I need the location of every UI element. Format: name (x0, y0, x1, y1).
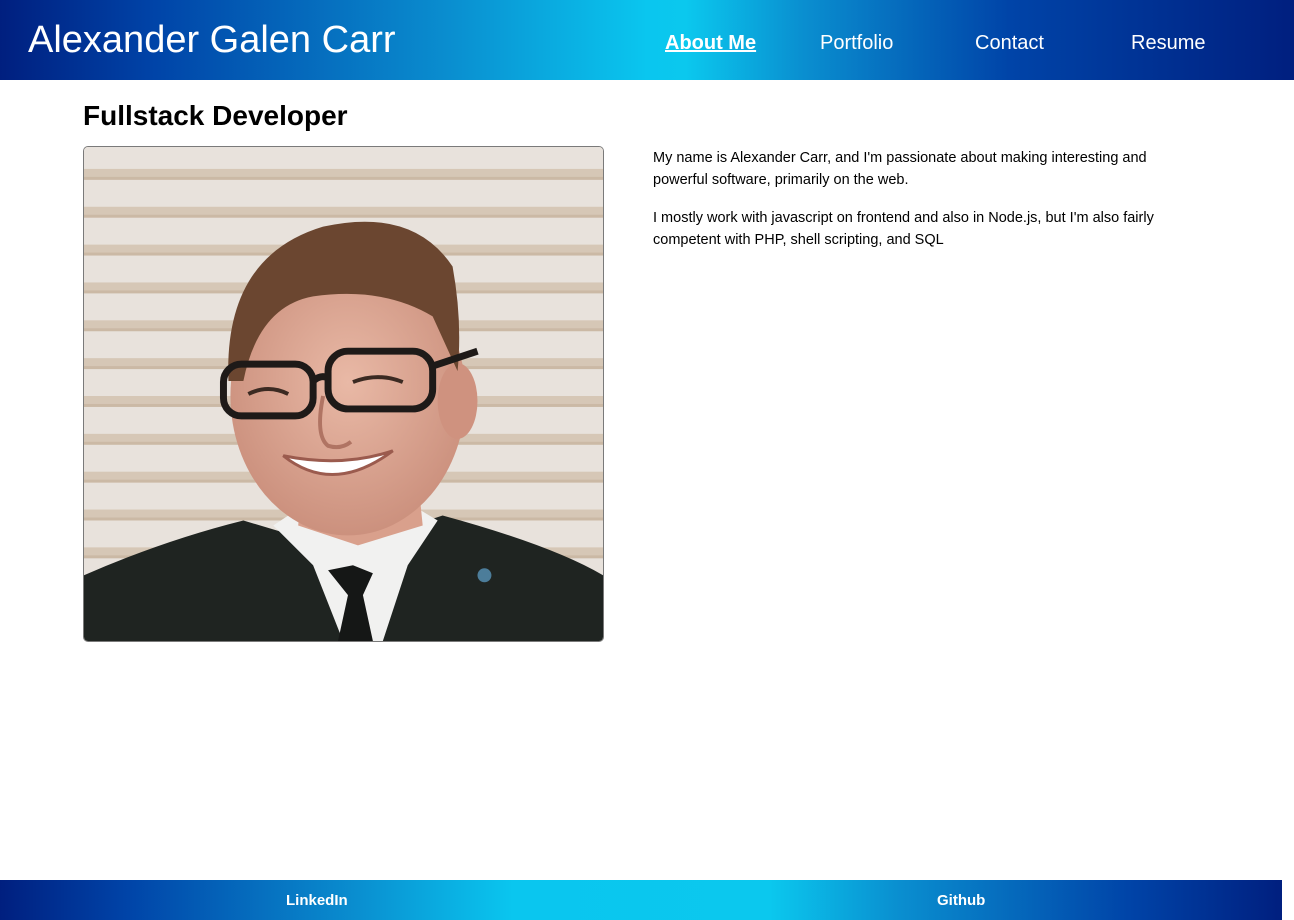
nav-resume[interactable]: Resume (1131, 31, 1205, 55)
linkedin-link[interactable]: LinkedIn (286, 892, 348, 910)
main-nav: About Me Portfolio Contact Resume (0, 31, 1294, 57)
page-title: Fullstack Developer (83, 100, 348, 131)
profile-photo (83, 146, 604, 642)
site-footer: LinkedIn Github (0, 880, 1282, 920)
bio-section: My name is Alexander Carr, and I'm passi… (653, 147, 1173, 267)
bio-paragraph: My name is Alexander Carr, and I'm passi… (653, 150, 1147, 188)
nav-about-me[interactable]: About Me (665, 31, 756, 55)
nav-contact[interactable]: Contact (975, 31, 1044, 55)
github-link[interactable]: Github (937, 892, 985, 910)
profile-photo-illustration (84, 147, 603, 641)
nav-portfolio[interactable]: Portfolio (820, 31, 893, 55)
site-header: Alexander Galen Carr About Me Portfolio … (0, 0, 1294, 80)
bio-paragraph: I mostly work with javascript on fronten… (653, 210, 1154, 248)
